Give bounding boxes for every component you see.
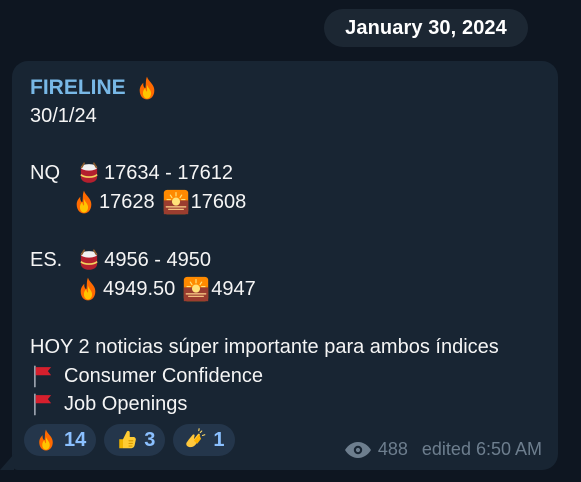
fire-icon (34, 428, 58, 452)
eye-icon (344, 441, 372, 459)
clapping-hands-icon (183, 428, 207, 452)
es-range: 4956 - 4950 (104, 249, 212, 271)
fire-icon (75, 276, 101, 302)
date-separator: January 30, 2024 (324, 9, 528, 47)
nq-fire-value: 17628 (99, 191, 155, 213)
red-flag-icon (30, 391, 56, 417)
reaction-thumbs-up-count: 3 (144, 429, 156, 451)
message-date: 30/1/24 (30, 105, 97, 127)
es-values-line: 4949.50 4947 (73, 276, 256, 302)
nq-label: NQ (30, 162, 60, 184)
header-line: FIRELINE (30, 74, 162, 101)
news-heading: HOY 2 noticias súper importante para amb… (30, 336, 499, 358)
fire-icon (134, 75, 160, 101)
reaction-thumbs-up[interactable]: 3 (104, 424, 166, 456)
reaction-fire-count: 14 (64, 429, 87, 451)
edited-time: edited 6:50 AM (421, 439, 542, 459)
drum-icon (76, 160, 102, 186)
nq-range: 17634 - 17612 (104, 162, 234, 184)
message-bubble: FIRELINE 30/1/24 NQ 17634 - 17612 17628 … (12, 61, 558, 470)
reaction-fire[interactable]: 14 (24, 424, 97, 456)
reactions-bar: 14 3 1 (24, 424, 235, 456)
nq-range-line: NQ 17634 - 17612 (30, 160, 233, 186)
message-meta: 488 edited 6:50 AM (344, 438, 542, 461)
view-count: 488 (377, 439, 408, 459)
channel-name[interactable]: FIRELINE (30, 74, 126, 101)
nq-values-line: 17628 17608 (69, 189, 246, 215)
thumbs-up-icon (114, 428, 138, 452)
es-fire-value: 4949.50 (103, 278, 176, 300)
news-item-consumer-confidence: Consumer Confidence (30, 363, 263, 389)
fire-icon (71, 189, 97, 215)
reaction-clapping-hands-count: 1 (213, 429, 225, 451)
es-label: ES. (30, 249, 63, 271)
reaction-clapping-hands[interactable]: 1 (173, 424, 235, 456)
red-flag-icon (30, 363, 56, 389)
nq-sunset-value: 17608 (190, 191, 247, 213)
es-sunset-value: 4947 (211, 278, 256, 300)
date-separator-label: January 30, 2024 (345, 16, 507, 39)
es-range-line: ES. 4956 - 4950 (30, 247, 211, 273)
news-item-job-openings: Job Openings (30, 391, 187, 417)
drum-icon (76, 247, 102, 273)
sunset-icon (163, 189, 189, 215)
sunset-icon (183, 276, 209, 302)
